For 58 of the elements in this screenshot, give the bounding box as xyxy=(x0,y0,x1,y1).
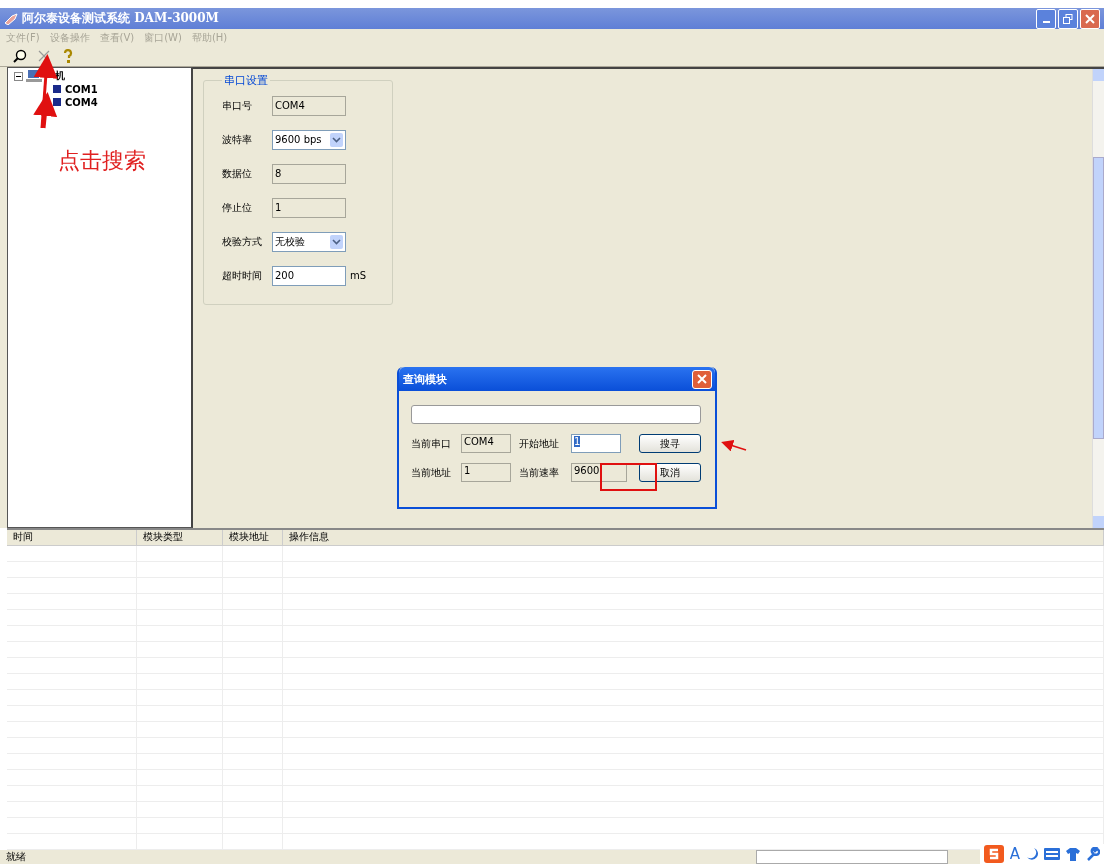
tree-item[interactable]: COM4 xyxy=(65,97,98,108)
dropdown-field[interactable]: 无校验 xyxy=(272,232,346,252)
scrollbar[interactable] xyxy=(1092,69,1104,528)
ime-mode-label[interactable]: A xyxy=(1009,845,1020,863)
column-header[interactable]: 操作信息 xyxy=(283,530,1104,545)
close-button[interactable] xyxy=(1080,8,1100,29)
window-title: 阿尔泰设备测试系统 DAM-3000M xyxy=(22,10,220,28)
column-header[interactable]: 模块类型 xyxy=(137,530,223,545)
keyboard-icon[interactable] xyxy=(1044,848,1060,860)
shirt-icon[interactable] xyxy=(1066,847,1080,861)
status-text: 就绪 xyxy=(6,850,27,864)
minimize-icon xyxy=(1042,20,1050,23)
close-icon xyxy=(697,374,707,384)
annotation-arrow xyxy=(721,440,747,452)
moon-icon[interactable] xyxy=(1026,847,1038,861)
computer-icon xyxy=(26,70,42,83)
tree-item[interactable]: 机 xyxy=(55,69,65,84)
input-field[interactable]: 200 xyxy=(272,266,346,286)
unit-label: mS xyxy=(350,270,367,282)
field-label: 串口号 xyxy=(222,99,253,113)
field-label: 校验方式 xyxy=(222,235,263,249)
port-icon xyxy=(52,97,62,108)
app-icon xyxy=(4,12,18,25)
field-label: 当前串口 xyxy=(411,436,452,451)
help-icon xyxy=(63,49,73,64)
readonly-field: COM4 xyxy=(272,96,346,116)
readonly-field: COM4 xyxy=(461,434,511,453)
field-label: 数据位 xyxy=(222,167,253,181)
dropdown-field[interactable]: 9600 bps xyxy=(272,130,346,150)
group-title: 串口设置 xyxy=(223,73,269,88)
highlight-box xyxy=(600,463,657,491)
column-header[interactable]: 模块地址 xyxy=(223,530,283,545)
field-label: 当前速率 xyxy=(519,465,560,480)
readonly-field: 8 xyxy=(272,164,346,184)
readonly-field: 1 xyxy=(272,198,346,218)
collapse-icon[interactable] xyxy=(14,72,23,81)
restore-icon xyxy=(1063,13,1073,24)
field-label: 波特率 xyxy=(222,133,253,147)
tree-item[interactable]: COM1 xyxy=(65,84,98,95)
restore-button[interactable] xyxy=(1058,8,1078,29)
close-icon xyxy=(1085,13,1095,24)
field-label: 超时时间 xyxy=(222,269,263,283)
dialog-title: 查询模块 xyxy=(403,371,447,387)
readonly-field: 1 xyxy=(461,463,511,482)
search-icon xyxy=(13,49,27,64)
field-label: 当前地址 xyxy=(411,465,452,480)
port-icon xyxy=(52,84,62,95)
minimize-button[interactable] xyxy=(1036,8,1056,29)
search-button[interactable]: 搜寻 xyxy=(639,434,701,453)
readonly-field: 9600 xyxy=(571,463,627,482)
column-header[interactable]: 时间 xyxy=(7,530,137,545)
field-label: 开始地址 xyxy=(519,436,560,451)
cross-icon xyxy=(38,50,50,63)
annotation-caption: 点击搜索 xyxy=(58,147,146,175)
close-button[interactable] xyxy=(692,369,712,389)
cancel-button[interactable]: 取消 xyxy=(639,463,701,482)
field-label: 停止位 xyxy=(222,201,253,215)
input-field[interactable]: 1 xyxy=(571,434,621,453)
